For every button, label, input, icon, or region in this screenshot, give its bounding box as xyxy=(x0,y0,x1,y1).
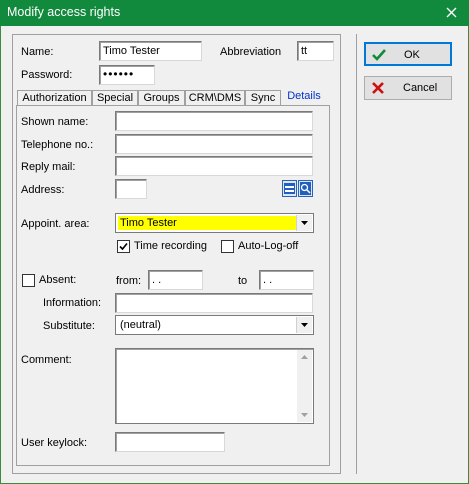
appoint-area-value: Timo Tester xyxy=(120,217,177,229)
dropdown-button[interactable] xyxy=(296,317,312,333)
dropdown-button[interactable] xyxy=(296,215,312,231)
tab-label: Groups xyxy=(143,92,180,104)
tab-label: CRM\DMS xyxy=(188,92,242,104)
substitute-label: Substitute: xyxy=(43,320,95,332)
time-recording-checkbox[interactable] xyxy=(117,240,130,253)
tab-label: Special xyxy=(96,92,134,104)
user-keylock-label: User keylock: xyxy=(21,437,88,449)
comment-textarea[interactable] xyxy=(115,348,314,424)
cancel-button[interactable]: Cancel xyxy=(364,76,452,100)
tab-special[interactable]: Special xyxy=(92,90,138,106)
reply-mail-field[interactable] xyxy=(115,156,313,176)
scroll-down-icon[interactable] xyxy=(301,413,308,417)
address-field[interactable] xyxy=(115,179,147,199)
comment-scrollbar[interactable] xyxy=(297,350,312,422)
time-recording-label: Time recording xyxy=(134,240,207,252)
close-button[interactable] xyxy=(437,2,465,24)
abbreviation-field[interactable]: tt xyxy=(297,41,334,61)
from-date-field[interactable]: . . xyxy=(148,270,203,290)
close-icon xyxy=(446,7,456,18)
to-date-field[interactable]: . . xyxy=(259,270,314,290)
name-field[interactable]: Timo Tester xyxy=(99,41,202,61)
button-panel xyxy=(356,34,464,474)
tab-crm-dms[interactable]: CRM\DMS xyxy=(185,90,245,106)
name-label: Name: xyxy=(21,46,54,58)
address-card-icon xyxy=(284,183,295,194)
cross-icon xyxy=(372,82,384,94)
substitute-value: (neutral) xyxy=(120,319,161,331)
password-field[interactable]: •••••• xyxy=(99,65,155,85)
auto-logoff-label: Auto-Log-off xyxy=(238,240,299,252)
tab-label: Details xyxy=(287,90,321,102)
reply-mail-label: Reply mail: xyxy=(21,161,76,173)
auto-logoff-checkbox[interactable] xyxy=(221,240,234,253)
abbreviation-label: Abbreviation xyxy=(220,46,282,58)
appoint-area-dropdown[interactable]: Timo Tester xyxy=(115,213,314,233)
absent-label: Absent: xyxy=(39,274,77,286)
tab-groups[interactable]: Groups xyxy=(138,90,185,106)
chevron-down-icon xyxy=(301,323,308,327)
to-label: to xyxy=(238,275,248,287)
information-label: Information: xyxy=(43,297,102,309)
tab-details[interactable]: Details xyxy=(283,88,325,106)
substitute-dropdown[interactable]: (neutral) xyxy=(115,315,314,335)
information-field[interactable] xyxy=(115,293,313,313)
address-card-button[interactable] xyxy=(282,180,297,197)
scroll-up-icon[interactable] xyxy=(301,355,308,359)
comment-label: Comment: xyxy=(21,354,72,366)
tab-label: Sync xyxy=(250,92,276,104)
address-search-button[interactable] xyxy=(298,180,313,197)
address-label: Address: xyxy=(21,184,65,196)
telephone-label: Telephone no.: xyxy=(21,139,94,151)
tab-authorization[interactable]: Authorization xyxy=(17,90,92,106)
window-title: Modify access rights xyxy=(7,5,121,19)
absent-checkbox[interactable] xyxy=(22,274,35,287)
password-label: Password: xyxy=(21,69,73,81)
tab-label: Authorization xyxy=(22,92,87,104)
appoint-area-label: Appoint. area: xyxy=(21,218,90,230)
magnifier-icon xyxy=(300,182,311,195)
ok-button[interactable]: OK xyxy=(364,42,452,66)
chevron-down-icon xyxy=(301,221,308,225)
checkmark-icon xyxy=(372,49,386,61)
from-label: from: xyxy=(116,275,142,287)
cancel-label: Cancel xyxy=(403,82,438,94)
shown-name-field[interactable] xyxy=(115,111,313,131)
user-keylock-field[interactable] xyxy=(115,432,225,452)
telephone-field[interactable] xyxy=(115,134,313,154)
title-bar: Modify access rights xyxy=(0,0,469,26)
shown-name-label: Shown name: xyxy=(21,116,89,128)
tab-sync[interactable]: Sync xyxy=(245,90,281,106)
checkmark-icon xyxy=(119,242,128,251)
ok-label: OK xyxy=(404,49,420,61)
